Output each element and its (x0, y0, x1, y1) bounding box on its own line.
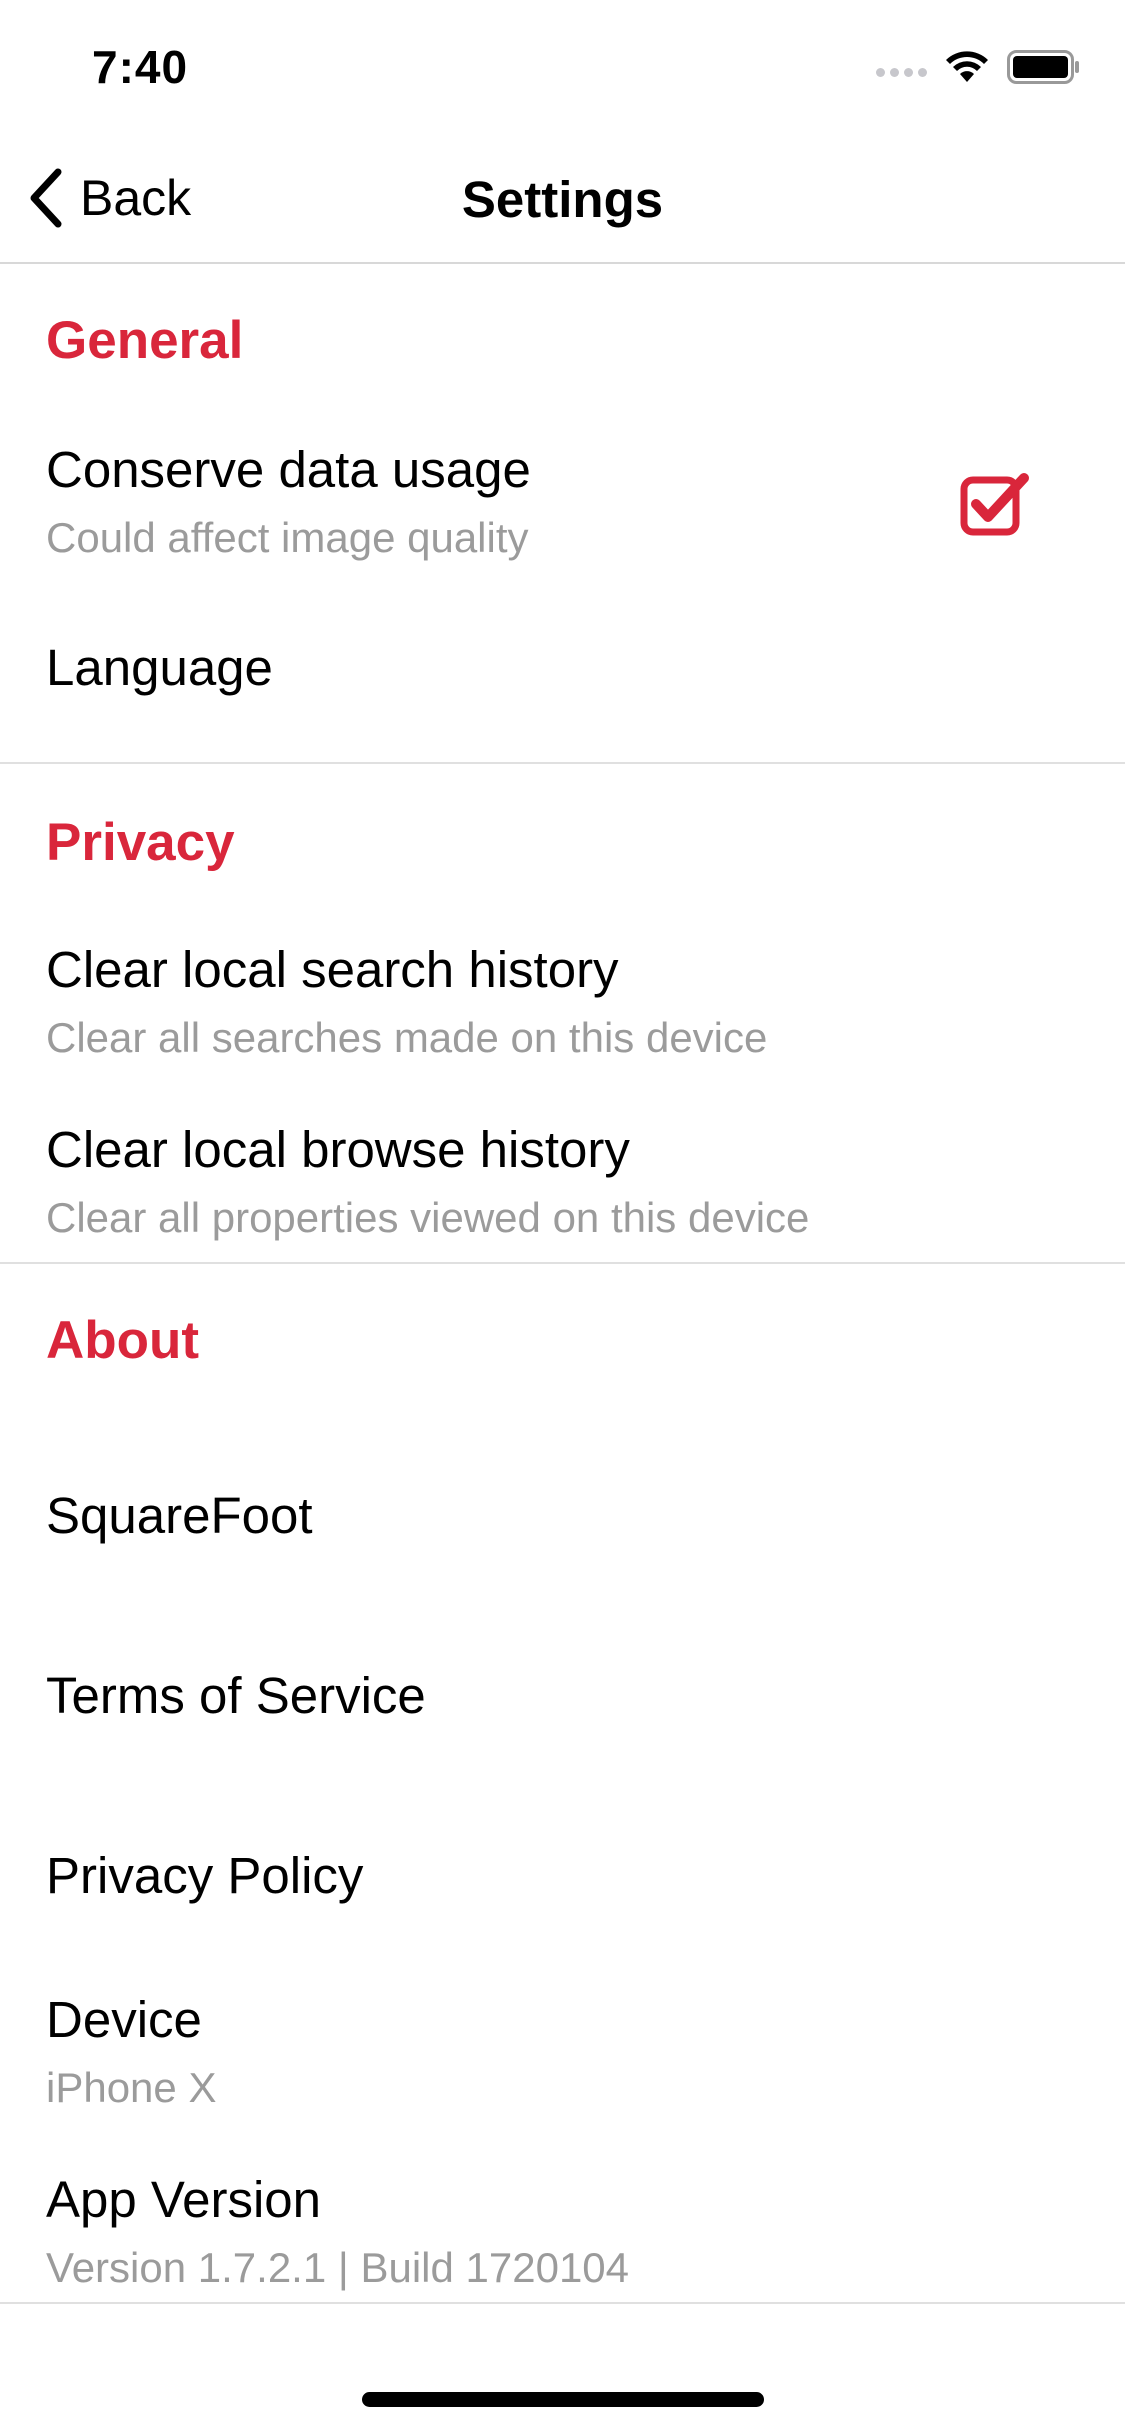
about-section: About SquareFoot Terms of Service Privac… (0, 1264, 1125, 2304)
clear-search-history-subtitle: Clear all searches made on this device (46, 1014, 768, 1061)
language-row[interactable]: Language (0, 614, 1125, 734)
about-section-header: About (46, 1311, 200, 1370)
clear-browse-history-subtitle: Clear all properties viewed on this devi… (46, 1194, 810, 1241)
clear-browse-history-title: Clear local browse history (46, 1121, 630, 1178)
status-bar: 7:40 (0, 0, 1125, 132)
status-time: 7:40 (92, 41, 189, 93)
language-title: Language (46, 639, 273, 696)
privacy-policy-row[interactable]: Privacy Policy (0, 1784, 1125, 1954)
battery-icon (1007, 50, 1079, 84)
squarefoot-title: SquareFoot (46, 1487, 313, 1544)
conserve-data-row[interactable]: Conserve data usage Could affect image q… (0, 414, 1125, 574)
clear-search-history-row[interactable]: Clear local search history Clear all sea… (0, 914, 1125, 1089)
page-title: Settings (461, 171, 664, 228)
terms-of-service-row[interactable]: Terms of Service (0, 1604, 1125, 1774)
app-version-row: App Version Version 1.7.2.1 | Build 1720… (0, 2144, 1125, 2304)
general-section-header: General (46, 311, 244, 370)
device-title: Device (46, 1991, 202, 2048)
privacy-section: Privacy Clear local search history Clear… (0, 764, 1125, 1264)
conserve-data-subtitle: Could affect image quality (46, 514, 529, 561)
app-version-value: Version 1.7.2.1 | Build 1720104 (46, 2244, 630, 2291)
checkbox-checked-icon[interactable] (960, 468, 1032, 540)
conserve-data-title: Conserve data usage (46, 441, 531, 498)
device-row: Device iPhone X (0, 1964, 1125, 2134)
clear-search-history-title: Clear local search history (46, 941, 619, 998)
privacy-section-header: Privacy (46, 813, 235, 872)
status-icons (876, 50, 1081, 84)
general-section: General Conserve data usage Could affect… (0, 264, 1125, 764)
home-indicator (362, 2392, 764, 2407)
wifi-icon (946, 51, 988, 82)
app-version-title: App Version (46, 2171, 322, 2228)
squarefoot-row[interactable]: SquareFoot (0, 1424, 1125, 1594)
signal-icon (876, 67, 927, 77)
terms-of-service-title: Terms of Service (46, 1667, 426, 1724)
nav-bar: Back Settings (0, 132, 1125, 264)
privacy-policy-title: Privacy Policy (46, 1847, 364, 1904)
clear-browse-history-row[interactable]: Clear local browse history Clear all pro… (0, 1094, 1125, 1264)
device-value: iPhone X (46, 2064, 217, 2111)
